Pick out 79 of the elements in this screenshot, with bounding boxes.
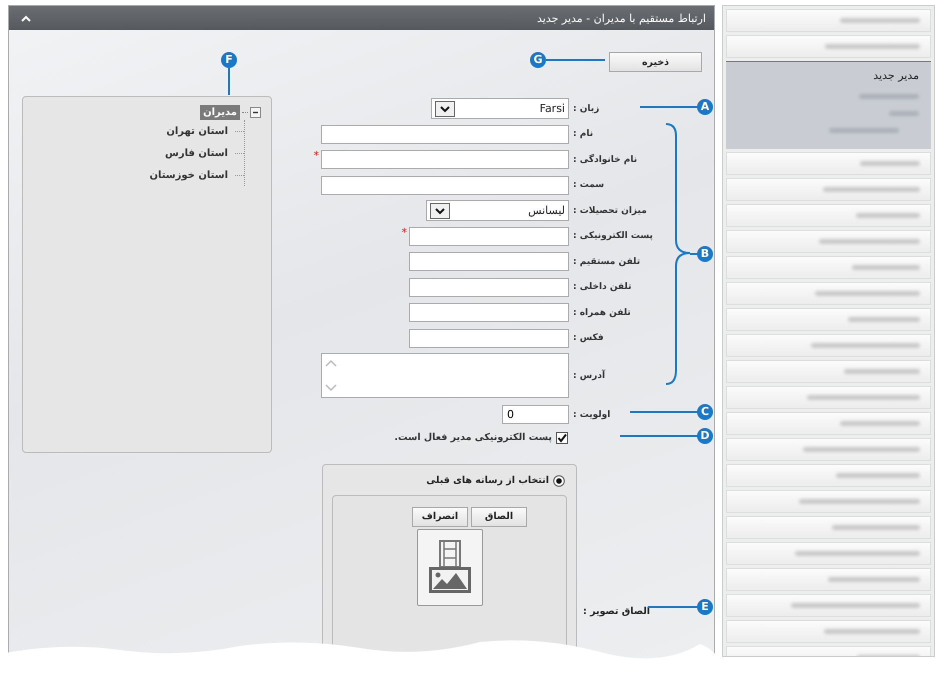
menu-item[interactable] [726,256,931,279]
field-label: تلفن داخلی : [573,282,632,292]
text-field[interactable] [409,252,569,271]
field-label: نام خانوادگی : [573,154,638,164]
menu-item[interactable] [726,308,931,331]
scroll-down-icon[interactable] [325,384,337,392]
blurred-text [860,161,920,166]
callout-line [546,59,605,61]
text-field[interactable] [409,226,569,246]
media-button[interactable]: انصراف [412,506,468,526]
tree-item[interactable]: مدیران [200,105,240,120]
text-field[interactable] [321,124,569,144]
field-label: الصاق تصویر : [583,606,650,616]
required-mark: * [314,149,319,162]
field-label: آدرس : [573,370,606,380]
field-label: زبان : [573,104,600,114]
menu-item[interactable] [726,152,931,175]
blurred-text [829,128,899,133]
required-mark: * [402,226,407,238]
menu-item[interactable] [726,542,931,565]
menu-item[interactable] [726,35,931,58]
blurred-text [848,317,920,322]
film-image-icon [426,539,472,595]
field-label: تلفن همراه : [573,308,632,318]
menu-item[interactable] [726,568,931,591]
text-field[interactable]: 0 [502,405,569,424]
text-field[interactable] [409,278,569,296]
field-label: سمت : [573,180,606,190]
menu-item[interactable] [726,464,931,487]
media-button[interactable]: الصاق [471,506,527,526]
menu-item[interactable] [726,412,931,435]
collapse-icon[interactable] [250,107,261,118]
menu-item[interactable] [726,620,931,643]
field-label: نام : [573,129,594,139]
menu-item[interactable] [726,282,931,305]
dropdown[interactable]: لیسانس [426,200,569,221]
text-field[interactable] [321,150,569,169]
tree-item[interactable]: استان تهران [163,124,231,138]
callout-line [648,606,698,608]
menu-item[interactable] [726,204,931,227]
menu-item[interactable] [726,334,931,357]
dropdown[interactable]: Farsi [431,98,569,119]
callout-line [228,68,230,95]
tree-item[interactable]: استان خوزستان [146,168,231,182]
blurred-text [889,111,919,116]
radio-button[interactable] [553,474,565,486]
text-field[interactable] [321,176,569,194]
blurred-text [856,213,920,218]
blurred-text [852,265,920,270]
field-label: تلفن مستقیم : [573,256,642,266]
menu-item[interactable] [726,490,931,513]
menu-item[interactable] [726,386,931,409]
menu-item[interactable] [726,9,931,32]
save-button[interactable]: ذخیره [609,52,702,72]
callout-line [640,106,698,108]
menu-item[interactable] [726,230,931,253]
menu-item[interactable] [726,360,931,383]
blurred-text [859,94,919,99]
tree-item[interactable]: استان فارس [162,146,231,160]
text-field[interactable] [409,303,569,322]
field-label: پست الکترونیکی : [573,231,654,241]
menu-section[interactable]: مدیر جدید [726,61,931,149]
field-label: فکس : [573,333,605,343]
menu-item[interactable] [726,594,931,617]
field-label: اولویت : [573,410,612,420]
scroll-up-icon[interactable] [325,359,337,367]
checkbox-label: پست الکترونیکی مدیر فعال است. [394,432,552,443]
window-title: ارتباط مستقیم با مدیران - مدیر جدید [536,12,706,24]
menu-item[interactable] [726,178,931,201]
radio-label: انتخاب از رسانه های قبلی [426,475,549,486]
callout-line [630,411,698,413]
field-label: میزان تحصیلات : [573,206,648,216]
image-thumbnail[interactable] [416,528,482,606]
checkbox[interactable] [556,432,568,444]
text-field[interactable] [409,328,569,348]
menu-item[interactable]: مدیر جدید [873,69,919,82]
address-field[interactable] [321,353,569,398]
menu-item[interactable] [726,516,931,539]
menu-item[interactable] [726,438,931,461]
